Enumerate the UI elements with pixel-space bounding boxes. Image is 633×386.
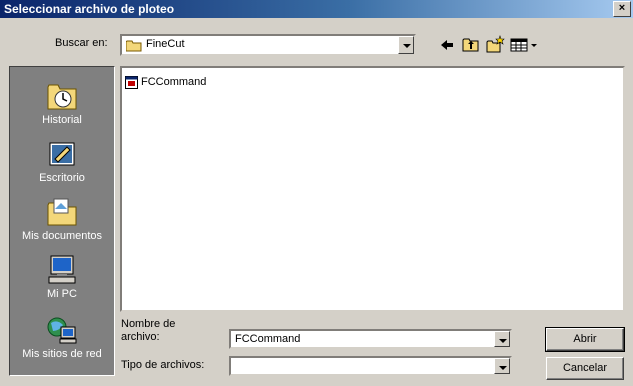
executable-file-icon (125, 75, 138, 89)
desktop-icon (49, 142, 75, 166)
filename-combo[interactable]: FCCommand (229, 329, 512, 349)
network-places-icon (47, 317, 77, 344)
my-documents-icon (47, 198, 77, 226)
new-folder-icon[interactable] (485, 35, 505, 55)
file-name: FCCommand (141, 76, 207, 88)
place-my-documents[interactable]: Mis documentos (10, 195, 114, 242)
look-in-dropdown-button[interactable] (398, 36, 414, 54)
look-in-label: Buscar en: (55, 37, 108, 49)
place-network[interactable]: Mis sitios de red (10, 313, 114, 360)
list-item[interactable]: FCCommand (125, 74, 206, 90)
back-arrow-icon[interactable] (437, 35, 457, 55)
up-folder-icon[interactable] (461, 35, 481, 55)
view-menu-icon[interactable] (509, 35, 539, 55)
title-bar[interactable]: Seleccionar archivo de ploteo × (0, 0, 633, 18)
filetype-label: Tipo de archivos: (121, 359, 205, 371)
my-computer-icon (48, 255, 76, 284)
file-list[interactable]: FCCommand (120, 66, 625, 312)
history-icon (47, 84, 77, 110)
places-bar: Historial Escritorio Mis documentos Mi P… (9, 66, 115, 376)
look-in-combo[interactable]: FineCut (120, 34, 416, 56)
open-button[interactable]: Abrir (545, 327, 625, 352)
open-file-dialog: Seleccionar archivo de ploteo × Buscar e… (0, 0, 633, 386)
window-title: Seleccionar archivo de ploteo (4, 2, 175, 16)
filename-value: FCCommand (235, 333, 301, 345)
place-my-computer[interactable]: Mi PC (10, 253, 114, 300)
filetype-dropdown-button[interactable] (494, 358, 510, 374)
filetype-combo[interactable] (229, 356, 512, 376)
place-desktop[interactable]: Escritorio (10, 137, 114, 184)
filename-label: Nombre de archivo: (121, 318, 176, 343)
place-history[interactable]: Historial (10, 79, 114, 126)
cancel-button[interactable]: Cancelar (546, 357, 624, 380)
filename-dropdown-button[interactable] (494, 331, 510, 347)
close-button[interactable]: × (613, 1, 631, 17)
folder-icon (126, 40, 142, 52)
look-in-value: FineCut (146, 38, 185, 50)
